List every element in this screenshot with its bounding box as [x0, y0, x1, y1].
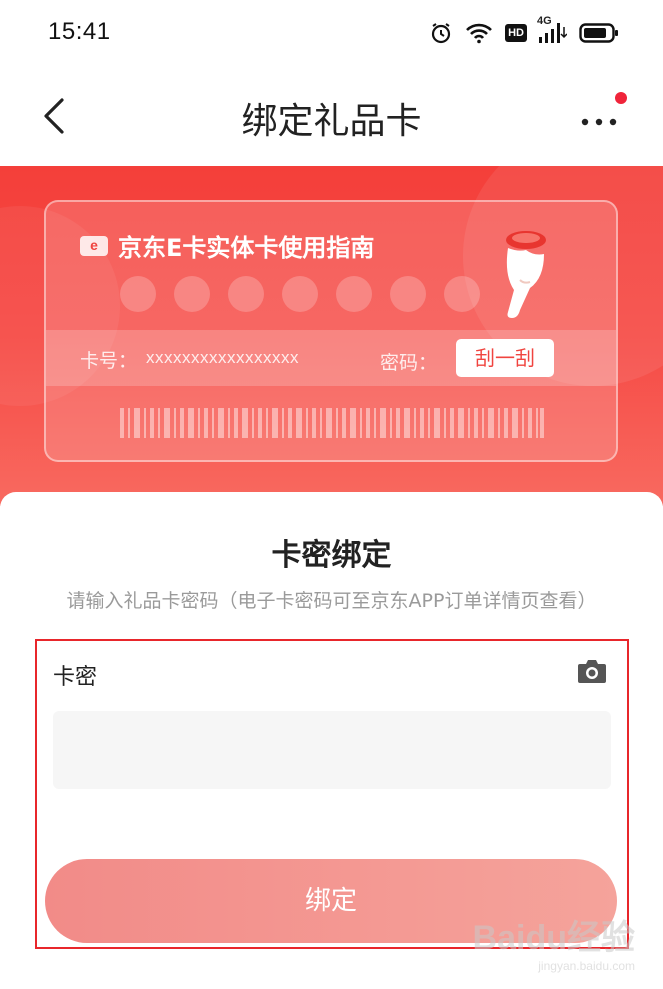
signal-icon: 4G [537, 15, 567, 45]
watermark: Baidu经验 jingyan.baidu.com [473, 910, 635, 973]
nav-bar: 绑定礼品卡 [0, 66, 663, 166]
page-title: 绑定礼品卡 [241, 101, 422, 142]
status-icons: HD 4G [429, 15, 619, 48]
watermark-url: jingyan.baidu.com [538, 959, 635, 973]
panel-title: 卡密绑定 [271, 538, 392, 573]
guide-header: e 京东E卡实体卡使用指南 [80, 228, 374, 263]
alarm-icon [429, 21, 453, 45]
status-bar: 15:41 HD 4G [0, 0, 663, 66]
panel-hint: 请输入礼品卡密码（电子卡密码可至京东APP订单详情页查看） [66, 590, 597, 612]
card-number-label: 卡号： [80, 350, 138, 372]
hand-pointer-icon [506, 231, 546, 318]
status-time: 15:41 [48, 18, 111, 45]
highlight-box: 卡密 绑定 [35, 639, 629, 949]
card-number-value: xxxxxxxxxxxxxxxxx [146, 348, 299, 367]
watermark-logo: Baidu经验 [472, 919, 635, 957]
banner: e 京东E卡实体卡使用指南 卡号： xxxxxxxxxxxxxxxxx 密码： … [0, 166, 663, 506]
wifi-icon [465, 22, 493, 44]
scratch-dots [120, 276, 480, 312]
password-label: 密码： [380, 352, 438, 374]
ecard-logo-icon: e [80, 235, 108, 256]
battery-icon [579, 22, 619, 44]
card-pin-input[interactable] [53, 711, 611, 789]
card-guide[interactable]: e 京东E卡实体卡使用指南 卡号： xxxxxxxxxxxxxxxxx 密码： … [44, 200, 618, 462]
card-pin-label: 卡密 [53, 665, 98, 690]
more-dots-icon [581, 118, 617, 126]
hd-icon: HD [505, 24, 527, 42]
scratch-button[interactable]: 刮一刮 [456, 339, 554, 377]
notification-dot [615, 92, 627, 104]
barcode [120, 408, 544, 438]
more-button[interactable] [579, 102, 623, 132]
bind-panel: 卡密绑定 请输入礼品卡密码（电子卡密码可至京东APP订单详情页查看） 卡密 绑定… [0, 492, 663, 989]
camera-button[interactable] [577, 657, 607, 685]
network-type: 4G [537, 15, 552, 27]
camera-icon [578, 660, 606, 683]
card-info-strip: 卡号： xxxxxxxxxxxxxxxxx 密码： 刮一刮 [46, 330, 616, 386]
guide-title: 京东E卡实体卡使用指南 [118, 234, 375, 262]
